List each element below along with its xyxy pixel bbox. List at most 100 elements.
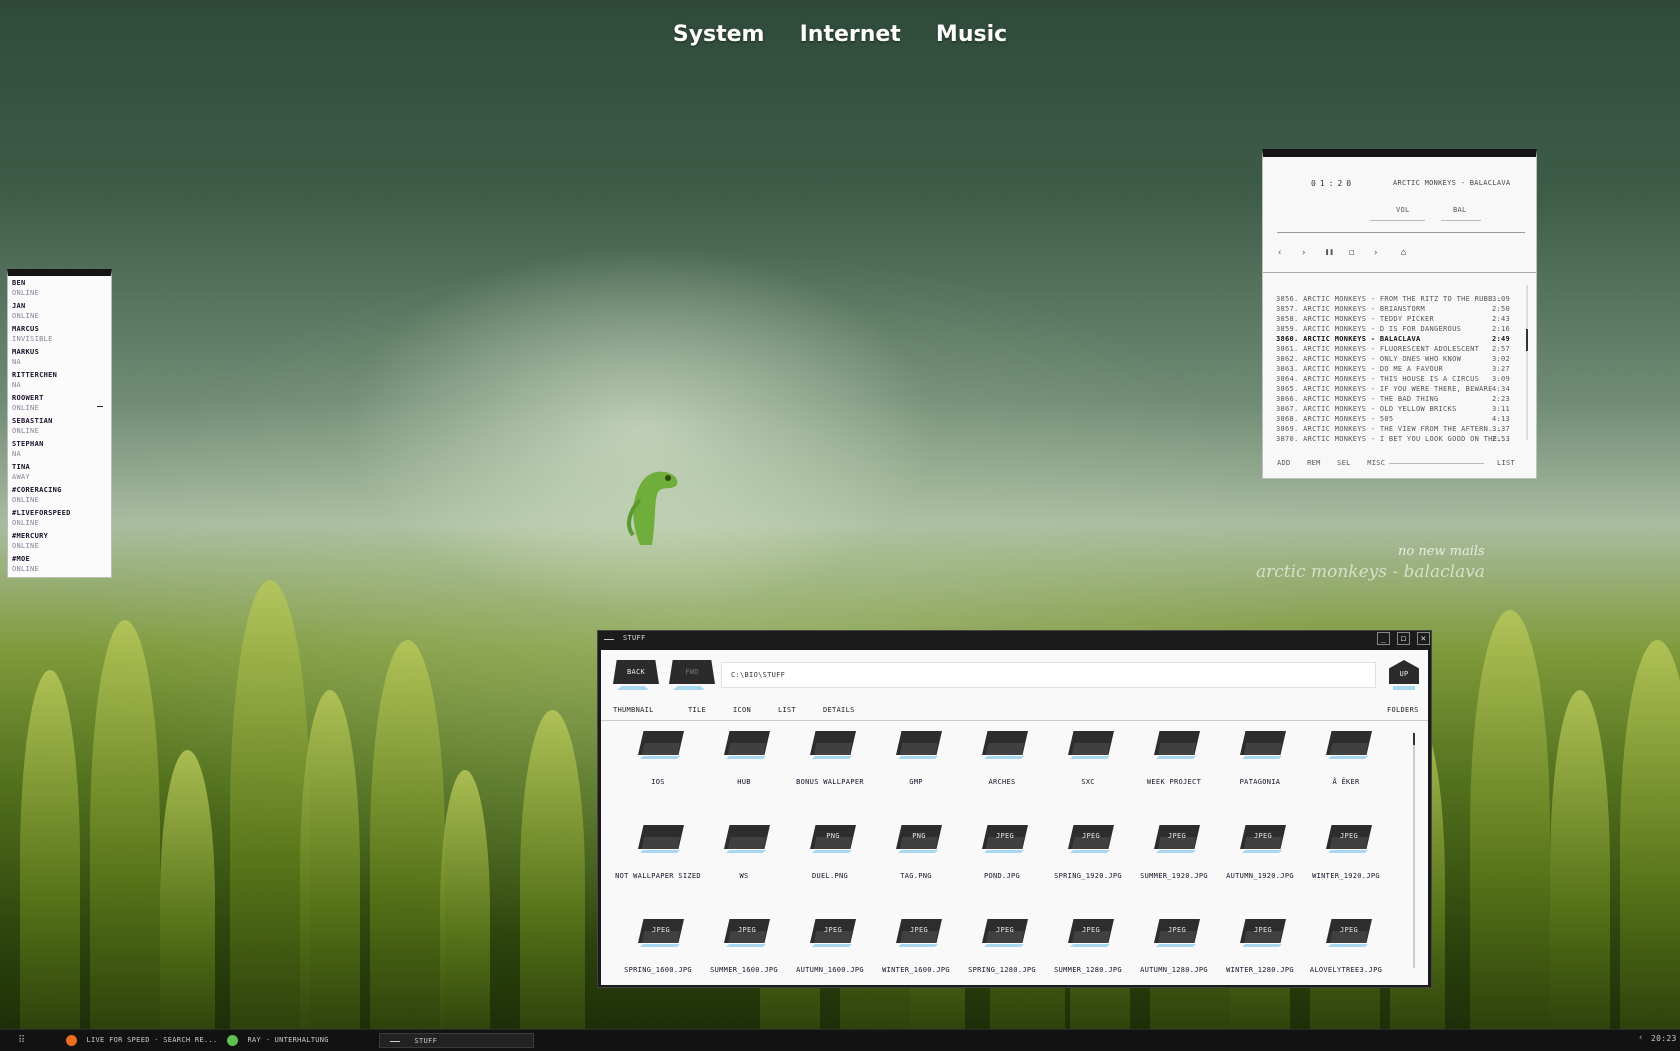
contact-item[interactable]: Markus NA: [12, 348, 111, 371]
file-item[interactable]: JPEG winter_1920.jpg: [1303, 825, 1389, 905]
folder-item[interactable]: WS: [701, 825, 787, 905]
playlist-row[interactable]: 3870. Arctic Monkeys - I Bet You Look Go…: [1276, 434, 1526, 444]
view-details[interactable]: Details: [823, 706, 855, 714]
contact-item[interactable]: Tina away: [12, 463, 111, 486]
playlist-row[interactable]: 3868. Arctic Monkeys - 505 4:13: [1276, 414, 1526, 424]
playlist-row[interactable]: 3862. Arctic Monkeys - Only Ones Who Kno…: [1276, 354, 1526, 364]
task-messenger[interactable]: Ray - Unterhaltung: [227, 1033, 329, 1048]
contact-item[interactable]: #Moe online: [12, 555, 111, 578]
list-button[interactable]: LIST: [1497, 459, 1515, 467]
file-item[interactable]: JPEG winter_1280.jpg: [1217, 919, 1303, 999]
file-item[interactable]: JPEG spring_1600.jpg: [615, 919, 701, 999]
contact-item[interactable]: #Mercury online: [12, 532, 111, 555]
pause-icon[interactable]: ❚❚: [1325, 248, 1334, 256]
playlist-row[interactable]: 3866. Arctic Monkeys - The Bad Thing 2:23: [1276, 394, 1526, 404]
file-grid-scrollbar[interactable]: [1413, 733, 1415, 968]
misc-button[interactable]: MISC: [1367, 459, 1385, 467]
file-item[interactable]: JPEG spring_1920.jpg: [1045, 825, 1131, 905]
folder-item[interactable]: not wallpaper sized: [615, 825, 701, 905]
file-item[interactable]: JPEG summer_1280.jpg: [1045, 919, 1131, 999]
folder-item[interactable]: GMP: [873, 731, 959, 811]
contact-item[interactable]: Stephan NA: [12, 440, 111, 463]
file-item[interactable]: JPEG autumn_1920.jpg: [1217, 825, 1303, 905]
playlist-scrollbar[interactable]: [1526, 285, 1528, 440]
seek-bar[interactable]: [1277, 232, 1525, 233]
playlist-row[interactable]: 3858. Arctic Monkeys - Teddy Picker 2:43: [1276, 314, 1526, 324]
file-icon: PNG: [810, 825, 856, 853]
up-button[interactable]: UP: [1389, 660, 1419, 692]
close-icon[interactable]: ✕: [1417, 632, 1430, 645]
volume-slider[interactable]: [1370, 220, 1425, 221]
playlist-row[interactable]: 3867. Arctic Monkeys - Old Yellow Bricks…: [1276, 404, 1526, 414]
folder-item[interactable]: SXC: [1045, 731, 1131, 811]
folder-item[interactable]: hub: [701, 731, 787, 811]
file-grid-scroll-thumb[interactable]: [1413, 733, 1415, 745]
folder-item[interactable]: week project: [1131, 731, 1217, 811]
folder-item[interactable]: ios: [615, 731, 701, 811]
contact-item[interactable]: #CoreRacing online: [12, 486, 111, 509]
item-name: winter_1280.jpg: [1226, 966, 1294, 974]
playlist-row[interactable]: 3859. Arctic Monkeys - D is for Dangerou…: [1276, 324, 1526, 334]
contact-item[interactable]: Ben online: [12, 279, 111, 302]
eject-icon[interactable]: ⌂: [1401, 248, 1407, 258]
balance-slider[interactable]: [1441, 220, 1481, 221]
window-titlebar[interactable]: Stuff _ ◻ ✕: [598, 631, 1431, 647]
folder-item[interactable]: arches: [959, 731, 1045, 811]
task-stuff[interactable]: Stuff: [379, 1033, 534, 1048]
playlist-row[interactable]: 3857. Arctic Monkeys - Brianstorm 2:50: [1276, 304, 1526, 314]
contact-item[interactable]: Sebastian online: [12, 417, 111, 440]
contact-item[interactable]: #LiveForSpeed online: [12, 509, 111, 532]
add-button[interactable]: ADD: [1277, 459, 1291, 467]
file-item[interactable]: JPEG autumn_1280.jpg: [1131, 919, 1217, 999]
playlist-row[interactable]: 3864. Arctic Monkeys - This House is a C…: [1276, 374, 1526, 384]
select-button[interactable]: SEL: [1337, 459, 1351, 467]
playlist-row[interactable]: 3863. Arctic Monkeys - Do Me a Favour 3:2…: [1276, 364, 1526, 374]
remove-button[interactable]: REM: [1307, 459, 1321, 467]
maximize-icon[interactable]: ◻: [1397, 632, 1410, 645]
file-item[interactable]: JPEG alovelytree3.jpg: [1303, 919, 1389, 999]
folders-toggle[interactable]: Folders: [1387, 706, 1419, 714]
back-button[interactable]: BACK: [613, 660, 659, 690]
stop-icon[interactable]: ◻: [1349, 248, 1355, 258]
playlist-row[interactable]: 3860. Arctic Monkeys - Balaclava 2:49: [1276, 334, 1526, 344]
play-icon[interactable]: ›: [1301, 248, 1307, 258]
view-thumbnail[interactable]: Thumbnail: [613, 706, 654, 714]
folder-item[interactable]: patagonia: [1217, 731, 1303, 811]
menu-system[interactable]: System: [673, 22, 765, 47]
address-bar[interactable]: C:\BIO\STUFF: [721, 662, 1376, 688]
file-item[interactable]: PNG tag.png: [873, 825, 959, 905]
menu-music[interactable]: Music: [936, 22, 1007, 47]
playlist-row[interactable]: 3869. Arctic Monkeys - The View from the…: [1276, 424, 1526, 434]
forward-button[interactable]: FWD: [669, 660, 715, 690]
task-firefox[interactable]: Live For Speed - Search Re...: [66, 1033, 217, 1048]
start-menu-icon[interactable]: ⠿: [18, 1035, 26, 1046]
file-item[interactable]: JPEG autumn_1600.jpg: [787, 919, 873, 999]
file-item[interactable]: JPEG winter_1600.jpg: [873, 919, 959, 999]
playlist-row[interactable]: 3865. Arctic Monkeys - If You Were There…: [1276, 384, 1526, 394]
playlist-scroll-thumb[interactable]: [1526, 329, 1528, 351]
playlist-row[interactable]: 3856. Arctic Monkeys - From the Ritz to …: [1276, 294, 1526, 304]
contact-item[interactable]: Marcus invisible: [12, 325, 111, 348]
minimize-icon[interactable]: _: [1377, 632, 1390, 645]
contact-list-widget: Ben online Jan online Marcus invisible Markus N…: [7, 269, 112, 578]
previous-icon[interactable]: ‹: [1277, 248, 1283, 258]
folder-item[interactable]: Bonus Wallpaper: [787, 731, 873, 811]
playlist-row[interactable]: 3861. Arctic Monkeys - Fluorescent Adole…: [1276, 344, 1526, 354]
view-list[interactable]: List: [778, 706, 796, 714]
file-item[interactable]: JPEG pond.jpg: [959, 825, 1045, 905]
file-item[interactable]: JPEG spring_1280.jpg: [959, 919, 1045, 999]
folder-item[interactable]: å êker: [1303, 731, 1389, 811]
icon-underline: [812, 850, 852, 853]
window-menu-icon[interactable]: [604, 639, 614, 640]
file-item[interactable]: PNG duel.png: [787, 825, 873, 905]
contact-item[interactable]: Jan online: [12, 302, 111, 325]
file-item[interactable]: JPEG summer_1600.jpg: [701, 919, 787, 999]
view-tile[interactable]: Tile: [688, 706, 706, 714]
menu-internet[interactable]: Internet: [800, 22, 901, 47]
file-type-label: PNG: [912, 832, 926, 840]
tray-expand-icon[interactable]: ‹: [1638, 1033, 1644, 1043]
contact-item[interactable]: Ritterchen NA: [12, 371, 111, 394]
file-item[interactable]: JPEG summer_1920.jpg: [1131, 825, 1217, 905]
next-icon[interactable]: ›: [1373, 248, 1379, 258]
view-icon[interactable]: Icon: [733, 706, 751, 714]
